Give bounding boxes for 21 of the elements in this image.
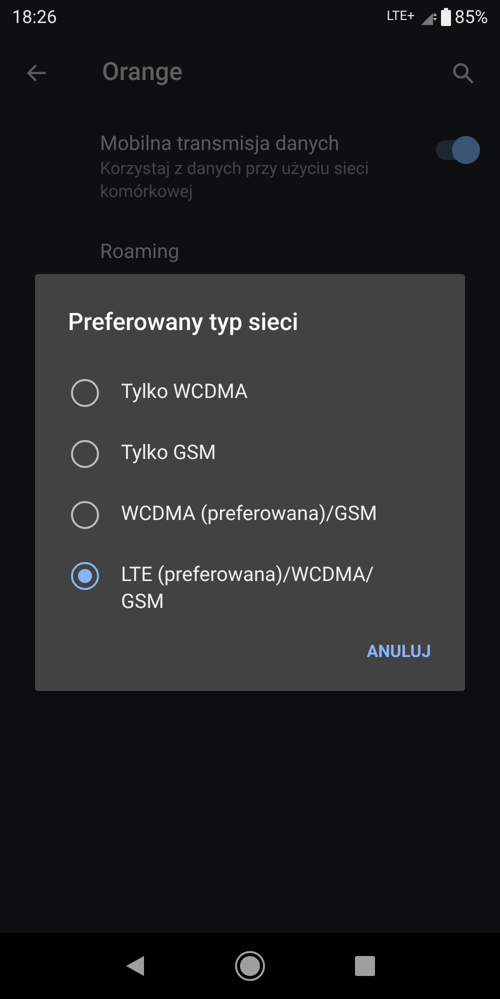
toolbar-title: Orange: [102, 57, 184, 90]
setting-title: Mobilna transmisja danych: [100, 130, 340, 157]
option-label[interactable]: Tylko GSM: [121, 435, 411, 466]
option-label[interactable]: LTE (preferowana)/WCDMA/ GSM: [121, 557, 411, 615]
option-label[interactable]: WCDMA (preferowana)/GSM: [121, 496, 411, 527]
radio-button[interactable]: [71, 379, 99, 407]
recents-icon[interactable]: [354, 955, 376, 977]
battery-icon: [440, 8, 451, 26]
setting-title: Roaming: [100, 238, 180, 265]
cancel-button[interactable]: ANULUJ: [362, 636, 435, 669]
network-type: LTE+: [386, 8, 415, 26]
battery-level: 85%: [454, 6, 488, 30]
dialog-title: Preferowany typ sieci: [67, 307, 300, 338]
search-icon[interactable]: [450, 60, 476, 86]
radio-button[interactable]: [71, 440, 99, 468]
option-label[interactable]: Tylko WCDMA: [121, 374, 411, 405]
radio-button[interactable]: [71, 562, 99, 590]
status-time: 18:26: [12, 6, 57, 30]
radio-button[interactable]: [71, 501, 99, 529]
back-nav-icon[interactable]: [124, 954, 146, 978]
home-icon[interactable]: [234, 950, 266, 982]
